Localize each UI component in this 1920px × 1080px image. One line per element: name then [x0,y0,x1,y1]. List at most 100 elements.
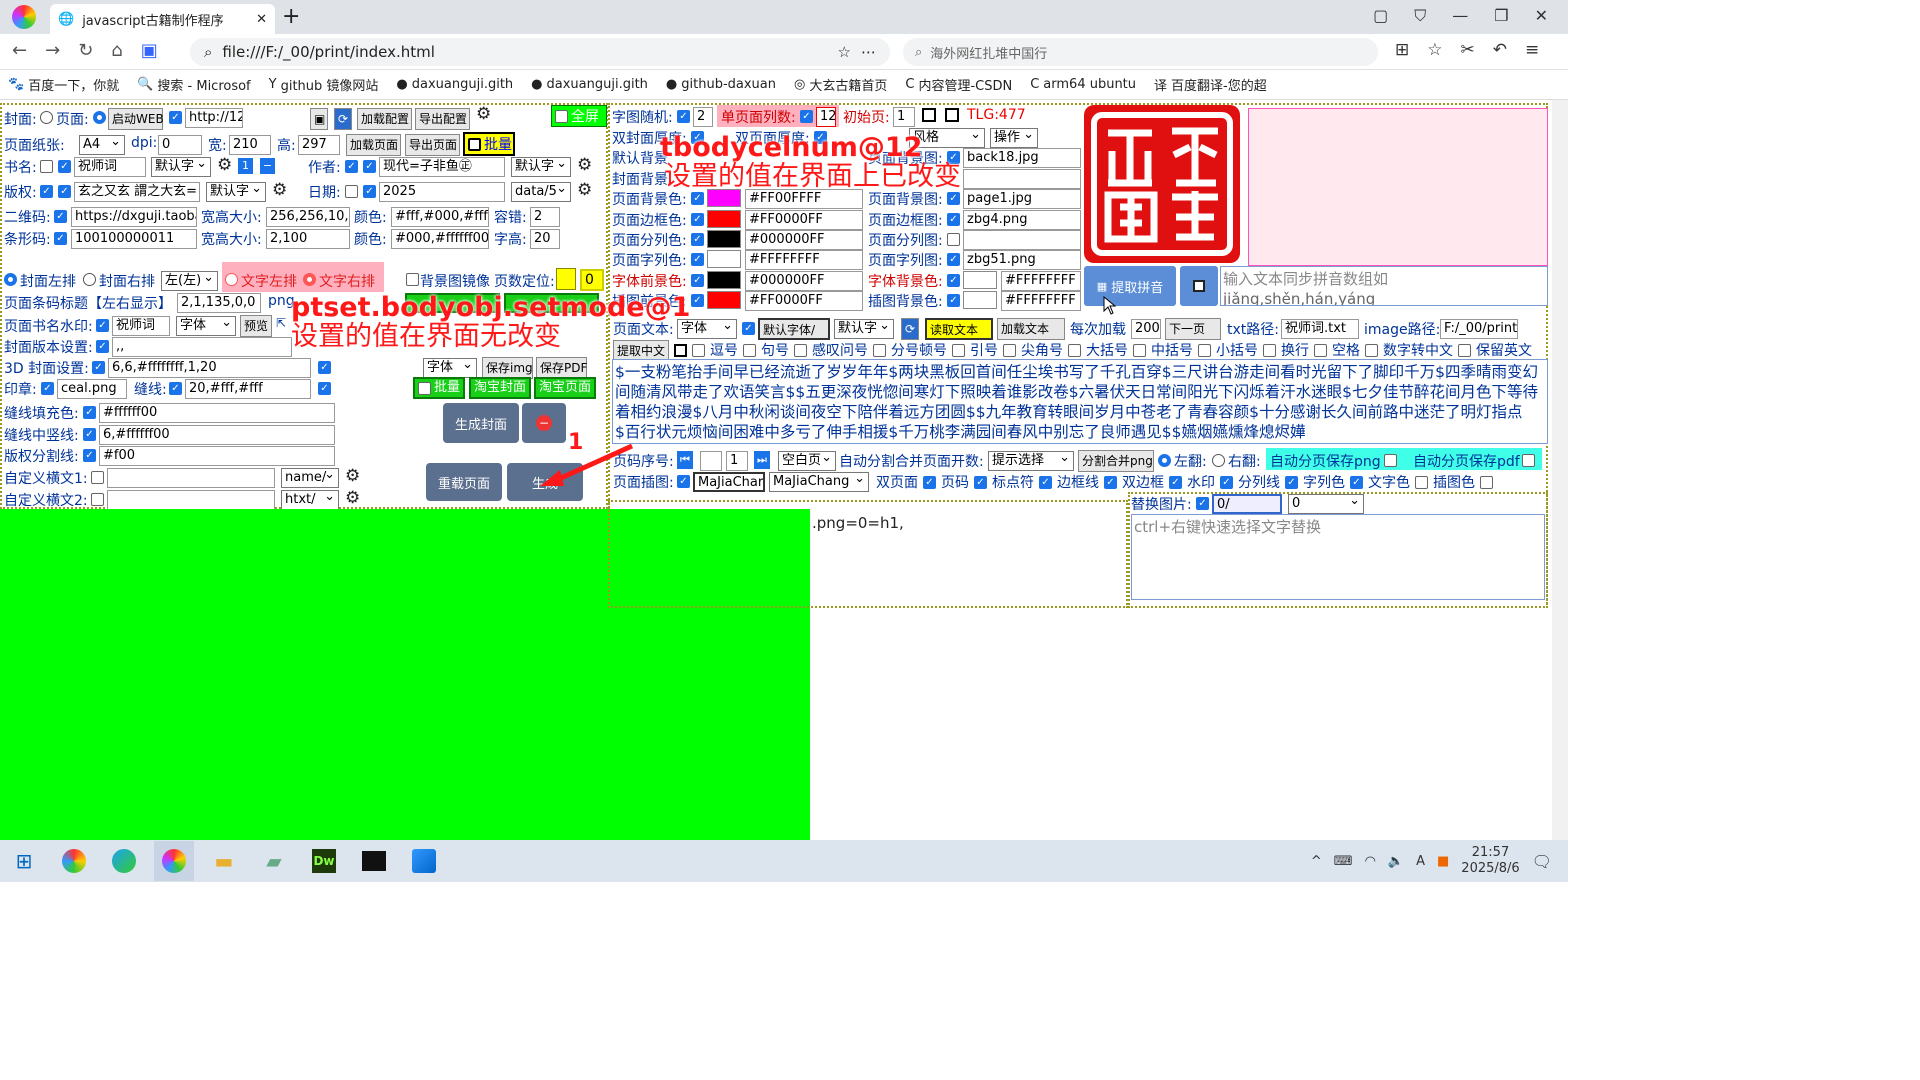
date-check-1[interactable] [345,185,358,198]
replace-check[interactable]: ✓ [1196,497,1209,510]
favorites-icon[interactable]: ☆ [1427,40,1442,60]
illus-option-check[interactable]: ✓ [1169,475,1182,489]
img-fg-swatch[interactable] [707,291,741,309]
punct-check[interactable] [1314,343,1328,357]
punct-check[interactable] [952,343,966,357]
first-page-icon[interactable]: ⏮ [677,451,693,469]
copyright-input[interactable]: 玄之又玄 謂之大玄= [74,182,200,202]
default-font-button[interactable]: 默认字体/ [758,318,830,340]
illus-option-check[interactable]: ✓ [1350,475,1363,489]
tab-active[interactable]: 🌐 javascript古籍制作程序 ✕ [50,4,275,34]
volume-icon[interactable]: 🔈 [1388,854,1404,869]
page-bg-image-input[interactable]: back18.jpg [963,148,1081,168]
start-web-button[interactable]: 启动WEB [108,108,164,130]
ai-icon[interactable]: ▣ [141,40,158,61]
bookmark-item[interactable]: Carm64 ubuntu [1030,77,1136,92]
load-page-button[interactable]: 加载页面 [346,134,401,156]
qr-input[interactable]: https://dxguji.taoba [71,207,197,227]
border-image-input[interactable]: zbg4.png [963,210,1081,230]
fullscreen-checkbox[interactable] [555,109,568,123]
undo-icon[interactable]: ↶ [1493,40,1507,60]
minimize-icon[interactable]: — [1452,6,1468,26]
last-page-icon[interactable]: ⏭ [754,451,770,469]
per-load-input[interactable]: 2000 [1131,319,1161,339]
batch-checkbox-1[interactable] [468,137,481,151]
font-bg-check[interactable]: ✓ [947,274,960,287]
bookmark-item[interactable]: 译百度翻译-您的超 [1154,75,1267,94]
col-color-check[interactable]: ✓ [691,253,704,266]
img-fg-input[interactable]: #FF0000FF [745,291,863,311]
seam-vline-check[interactable]: ✓ [83,428,96,441]
bookmark-item[interactable]: 🐾 百度一下，你就 [8,75,119,94]
page-bg-color-check[interactable]: ✓ [691,192,704,205]
auto-png-check[interactable] [1384,454,1397,467]
bookmark-item[interactable]: ● daxuanguji.gith [396,77,513,92]
page-pos-input[interactable]: 0 [580,269,604,291]
batch-checkbox-2[interactable] [418,381,431,395]
home-icon[interactable]: ⌂ [111,40,122,61]
sep-image-check[interactable] [947,233,960,246]
shirt-icon[interactable]: ⛉ [1414,6,1426,26]
cover-version-input[interactable]: ,, [112,337,292,357]
load-config-button[interactable]: 加载配置 [357,108,412,130]
split-png-button[interactable]: 分割合并png [1078,450,1154,472]
page-text-check[interactable]: ✓ [742,322,755,335]
scissors-icon[interactable]: ✂ [1461,40,1475,60]
menu-icon[interactable]: ≡ [1525,40,1539,60]
illus-font-input[interactable]: MaJiaChar [693,472,765,492]
qr-check[interactable]: ✓ [54,210,67,223]
main-text-area[interactable]: $一支粉笔抬手间早已经流逝了岁岁年年$两块黑板回首间任尘埃书写了千孔百穿$三尺讲… [612,359,1548,444]
seam-input[interactable]: 20,#fff,#fff [185,379,311,399]
preview-button[interactable]: 预览 [240,315,272,337]
illus-option-check[interactable]: ✓ [1220,475,1233,489]
export-config-button[interactable]: 导出配置 [415,108,470,130]
illus-option-check[interactable]: ✓ [923,475,936,489]
bookmark-item[interactable]: Ygithub 镜像网站 [269,75,379,94]
page-text-font2-select[interactable]: 默认字 [834,319,894,339]
url-checkbox[interactable]: ✓ [169,111,182,124]
text-left-radio[interactable] [225,273,238,286]
seam-fill-check[interactable]: ✓ [83,406,96,419]
gear-icon-3[interactable]: ⚙ [577,155,592,175]
next-page-button[interactable]: 下一页 [1165,318,1221,340]
square-toggle-2[interactable] [945,108,959,122]
gear-icon-4[interactable]: ⚙ [272,180,287,200]
page-pos-color[interactable] [556,268,576,290]
border-color-check[interactable]: ✓ [691,213,704,226]
extract-pinyin-button[interactable]: ▦ 提取拼音 [1084,266,1176,306]
punct-check[interactable] [794,343,808,357]
col-color-swatch[interactable] [707,250,741,268]
img-path-input[interactable]: F:/_00/print [1440,319,1518,339]
paper-select[interactable]: A4 [79,135,125,155]
img-bg-input[interactable]: #FFFFFFFF [1001,291,1081,311]
3d-cover-check[interactable]: ✓ [92,361,105,374]
date-check-2[interactable]: ✓ [363,185,376,198]
barcode-title-input[interactable]: 2,1,135,0,0 [177,293,261,313]
save-img-button[interactable]: 保存img [482,357,533,379]
cols-check[interactable]: ✓ [800,110,813,123]
custom-text-1-select[interactable]: name/ [281,468,339,488]
page-bg-image-2-input[interactable]: page1.jpg [963,189,1081,209]
barcode-check[interactable]: ✓ [54,232,67,245]
img-bg-swatch[interactable] [963,291,997,309]
url-input[interactable]: http://12 [185,108,243,128]
notification-icon[interactable]: 🗨 [1532,852,1552,871]
illus-option-check[interactable] [1480,475,1493,489]
batch-button-2[interactable]: 批量 [413,377,465,399]
apps-icon[interactable]: ⊞ [1395,40,1409,60]
bookname-check-1[interactable] [40,160,53,173]
batch-toggle-1[interactable]: 批量 [463,132,515,156]
bookmark-item[interactable]: ● github-daxuan [666,77,776,92]
security-icon[interactable]: ■ [1437,854,1449,869]
reload-page-button[interactable]: 重载页面 [426,463,502,501]
bookname-check-2[interactable]: ✓ [58,160,71,173]
app-360-icon[interactable] [54,841,94,881]
custom-text-1-input[interactable] [107,468,275,488]
barcode-input[interactable]: 100100000011 [71,229,197,249]
bookmark-item[interactable]: C 内容管理-CSDN [905,75,1012,94]
save-pdf-button[interactable]: 保存PDF [536,357,587,379]
fullscreen-toggle[interactable]: 全屏 [551,105,607,127]
font-fg-input[interactable]: #000000FF [745,271,863,291]
replace-select[interactable]: 0 [1288,494,1364,514]
refresh-button-2[interactable]: ⟳ [901,318,919,340]
